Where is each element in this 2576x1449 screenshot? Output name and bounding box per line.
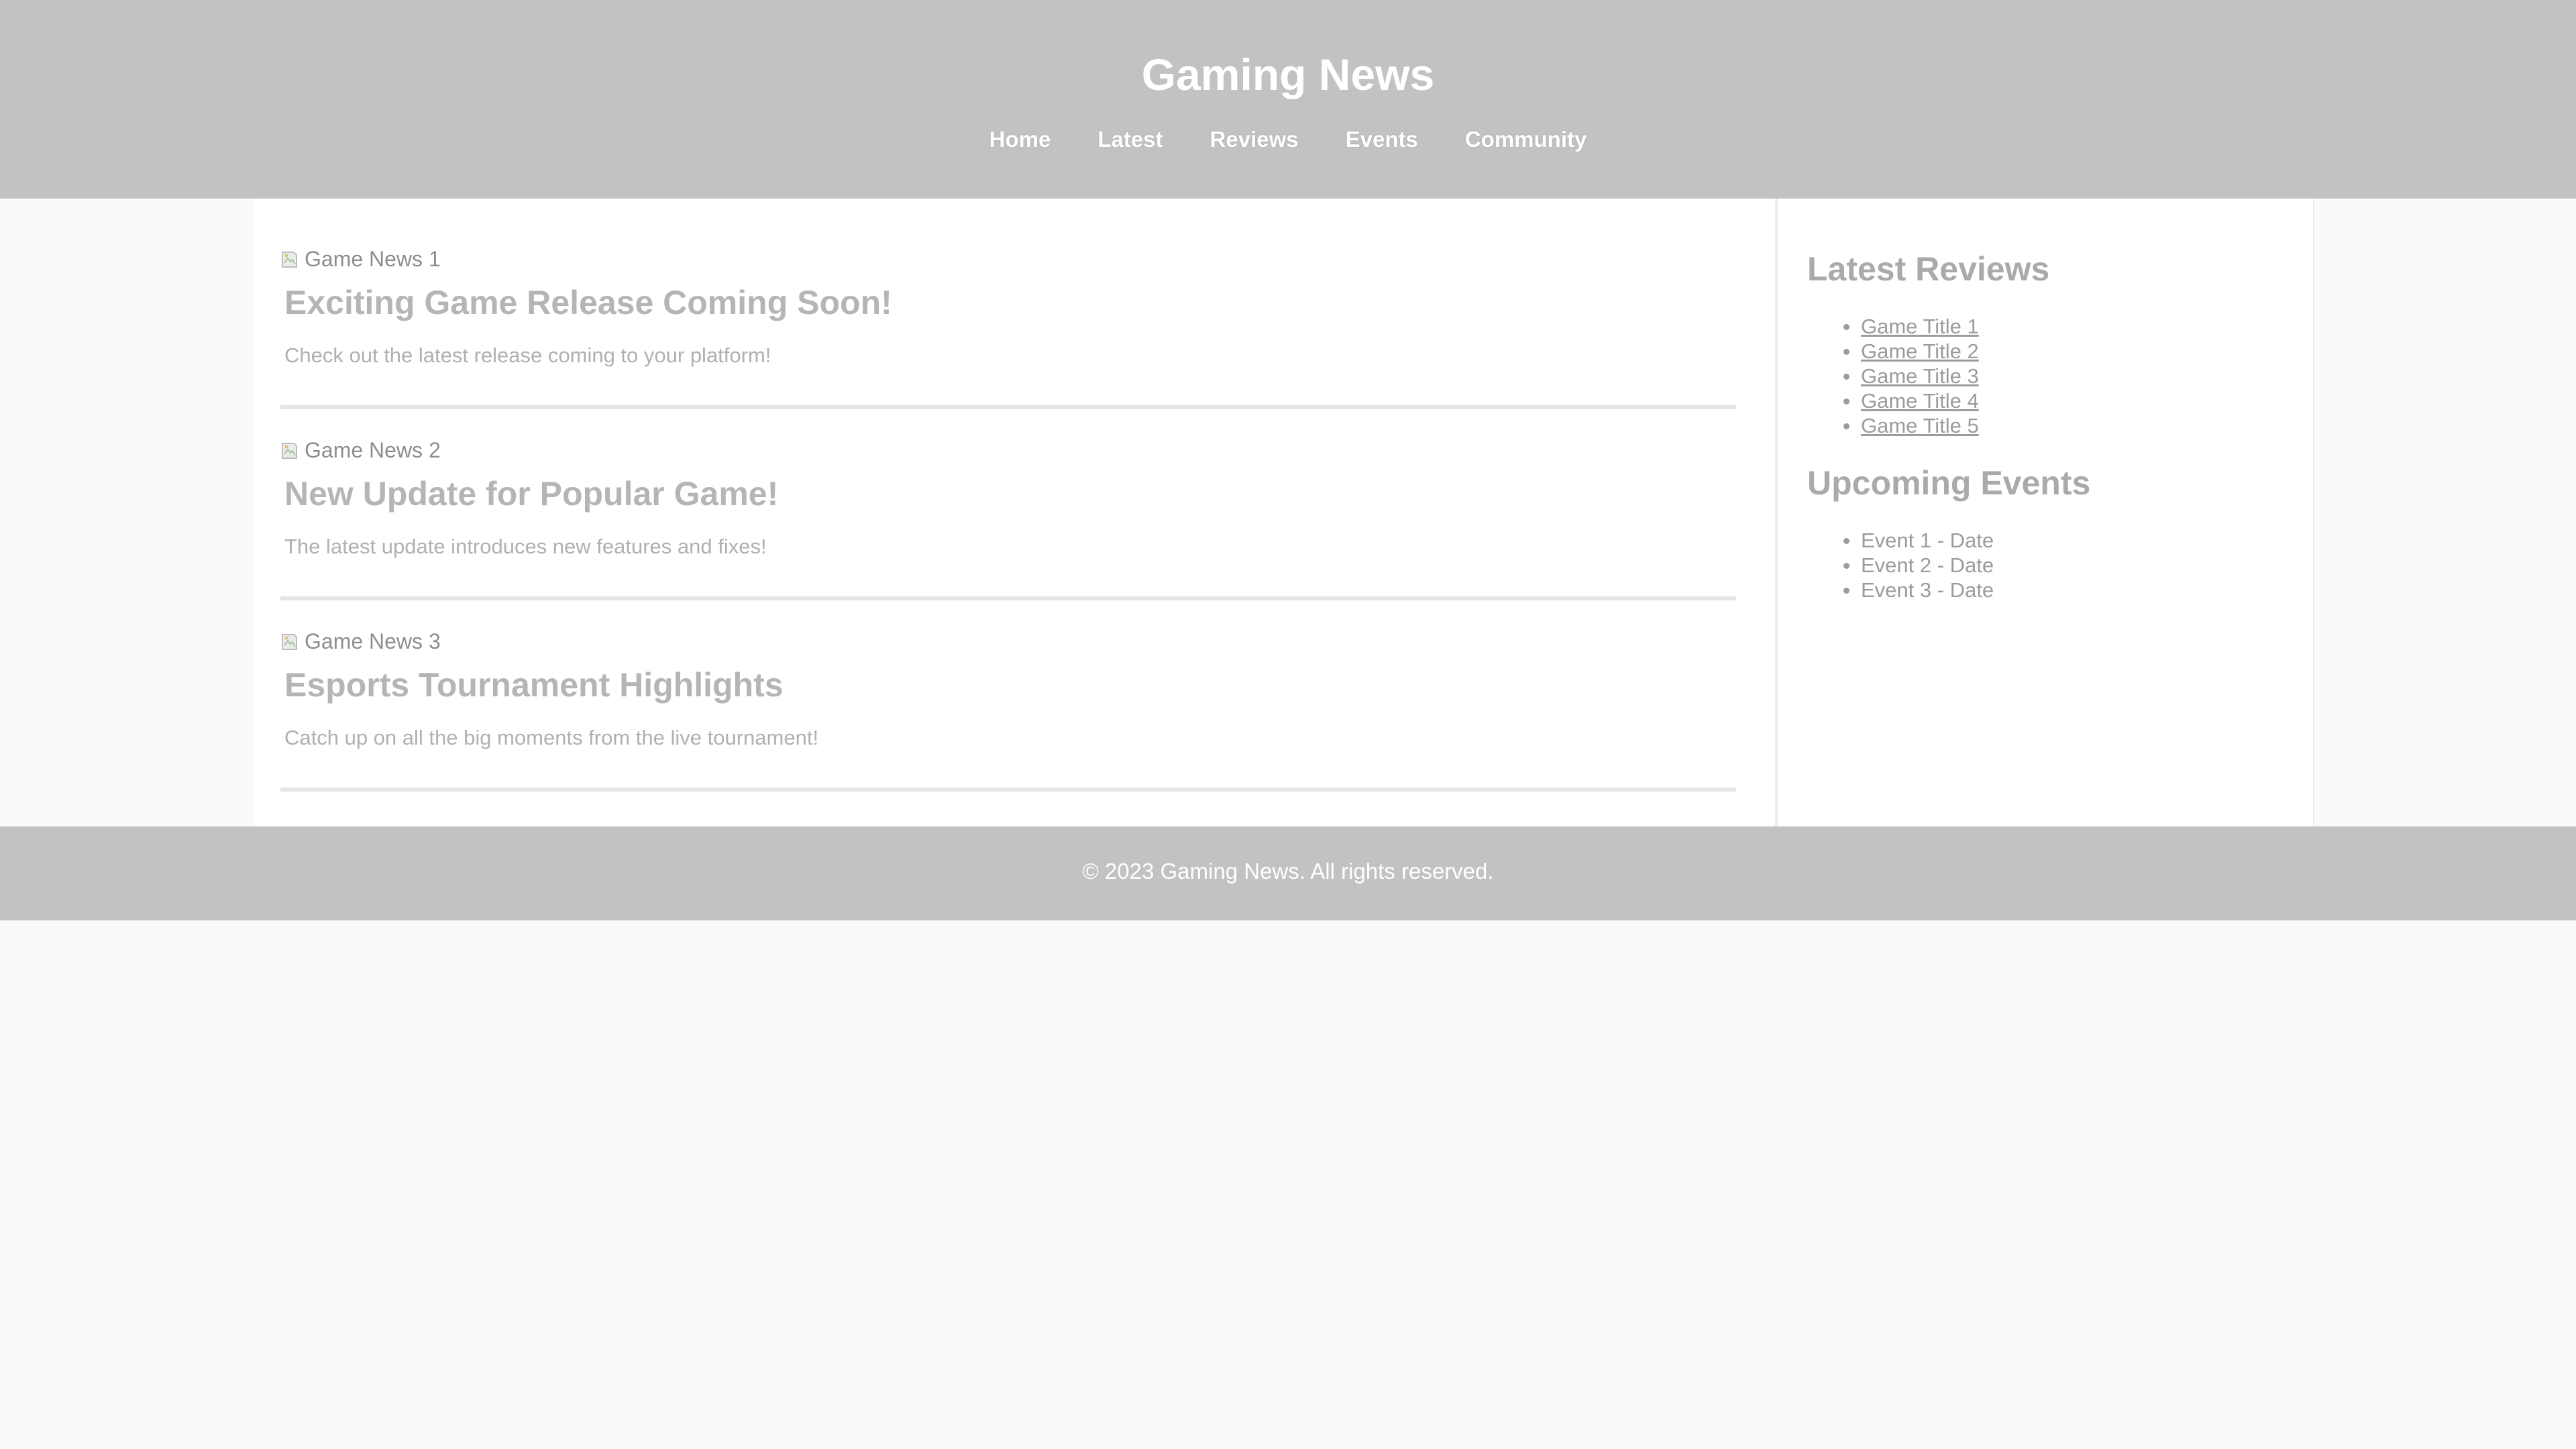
nav-events-link[interactable]: Events [1346, 121, 1418, 158]
event-item: Event 2 - Date [1843, 553, 1994, 577]
review-link[interactable]: Game Title 3 [1861, 364, 1979, 388]
review-link[interactable]: Game Title 5 [1861, 414, 1979, 437]
review-link[interactable]: Game Title 2 [1861, 339, 1979, 363]
events-list: Event 1 - Date Event 2 - Date Event 3 - … [1843, 528, 1994, 602]
nav-reviews-link[interactable]: Reviews [1210, 121, 1299, 158]
news-article: Game News 3 Esports Tournament Highlight… [280, 605, 1736, 792]
broken-image-icon [280, 439, 303, 462]
latest-reviews-heading: Latest Reviews [1807, 250, 2050, 288]
site-footer: © 2023 Gaming News. All rights reserved. [0, 826, 2576, 920]
upcoming-events-heading: Upcoming Events [1807, 464, 2091, 502]
article-image: Game News 1 [280, 247, 441, 272]
article-summary: Check out the latest release coming to y… [284, 343, 771, 367]
site-header: Gaming News Home Latest Reviews Events C… [0, 0, 2576, 199]
review-item: Game Title 3 [1843, 364, 1979, 388]
news-article: Game News 2 New Update for Popular Game!… [280, 414, 1736, 600]
review-item: Game Title 5 [1843, 413, 1979, 438]
article-title: Exciting Game Release Coming Soon! [284, 284, 892, 321]
article-image: Game News 2 [280, 438, 441, 463]
review-item: Game Title 2 [1843, 339, 1979, 364]
article-title: Esports Tournament Highlights [284, 666, 784, 704]
site-title: Gaming News [1141, 50, 1435, 99]
nav-home-link[interactable]: Home [989, 121, 1051, 158]
article-summary: Catch up on all the big moments from the… [284, 726, 819, 749]
article-image-alt: Game News 2 [305, 438, 441, 462]
news-feed: Game News 1 Exciting Game Release Coming… [255, 199, 1776, 826]
article-image: Game News 3 [280, 629, 441, 654]
nav-community-link[interactable]: Community [1465, 121, 1587, 158]
event-item: Event 1 - Date [1843, 529, 1994, 552]
review-item: Game Title 4 [1843, 388, 1979, 413]
news-article: Game News 1 Exciting Game Release Coming… [280, 223, 1736, 409]
main-nav: Home Latest Reviews Events Community [0, 121, 2576, 158]
article-image-alt: Game News 3 [305, 629, 441, 653]
broken-image-icon [280, 631, 303, 653]
article-summary: The latest update introduces new feature… [284, 535, 767, 558]
article-title: New Update for Popular Game! [284, 475, 779, 513]
review-link[interactable]: Game Title 1 [1861, 315, 1979, 338]
article-image-alt: Game News 1 [305, 247, 441, 271]
broken-image-icon [280, 248, 303, 271]
reviews-list: Game Title 1 Game Title 2 Game Title 3 G… [1843, 314, 1979, 438]
event-item: Event 3 - Date [1843, 578, 1994, 602]
copyright-text: © 2023 Gaming News. All rights reserved. [1082, 859, 1494, 883]
review-link[interactable]: Game Title 4 [1861, 389, 1979, 413]
review-item: Game Title 1 [1843, 314, 1979, 339]
nav-latest-link[interactable]: Latest [1097, 121, 1163, 158]
sidebar: Latest Reviews Game Title 1 Game Title 2… [1776, 199, 2314, 826]
